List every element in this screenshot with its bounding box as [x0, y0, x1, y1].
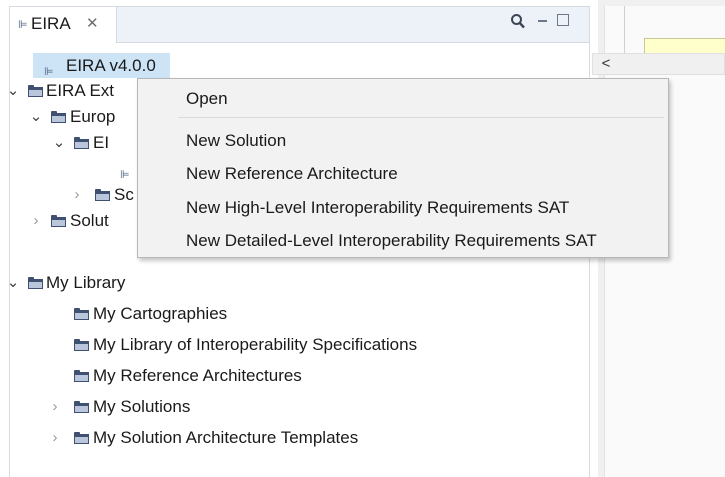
menu-separator [178, 117, 664, 118]
menu-item-new-detailed-level-sat[interactable]: New Detailed-Level Interoperability Requ… [139, 225, 667, 257]
tree-item-label: Sc [114, 185, 134, 204]
folder-icon [28, 277, 43, 289]
folder-icon [74, 432, 89, 444]
folder-icon [74, 137, 89, 149]
folder-icon [95, 189, 110, 201]
folder-icon [28, 85, 43, 97]
menu-item-new-reference-architecture[interactable]: New Reference Architecture [139, 158, 667, 190]
tree-item-label: Europ [70, 107, 116, 126]
tree-item-label: My Library of Interoperability Specifica… [93, 335, 418, 354]
chevron-right-icon[interactable]: › [70, 182, 84, 208]
chevron-down-icon[interactable]: ⌄ [52, 130, 66, 156]
context-menu: Open New Solution New Reference Architec… [137, 78, 669, 258]
folder-icon [74, 339, 89, 351]
chevron-down-icon[interactable]: ⌄ [6, 78, 20, 104]
tree-item-label: EIRA v4.0.0 [66, 56, 156, 75]
tree-item-label: My Solution Architecture Templates [93, 428, 359, 447]
chevron-right-icon[interactable]: › [29, 208, 43, 234]
folder-icon [74, 401, 89, 413]
tree-item-label: My Reference Architectures [93, 366, 302, 385]
tree-item-label: My Library [46, 273, 126, 292]
folder-icon [74, 308, 89, 320]
minimize-icon[interactable] [536, 13, 550, 27]
tree-item-label: Solut [70, 211, 109, 230]
chevron-right-icon[interactable]: › [48, 394, 62, 420]
chevron-down-icon[interactable]: ⌄ [6, 270, 20, 296]
menu-item-new-solution[interactable]: New Solution [139, 125, 667, 157]
menu-item-new-high-level-sat[interactable]: New High-Level Interoperability Requirem… [139, 192, 667, 224]
close-icon[interactable]: ✕ [86, 14, 99, 32]
folder-icon [51, 111, 66, 123]
tree-item-label: My Cartographies [93, 304, 228, 323]
menu-item-open[interactable]: Open [139, 83, 667, 115]
folder-icon [51, 215, 66, 227]
tree-item-label: EI [93, 133, 110, 152]
eira-view-icon: ⊫ [18, 19, 28, 31]
maximize-icon[interactable] [557, 14, 569, 26]
scroll-left-arrow-icon[interactable]: < [596, 54, 616, 74]
tree-item-label: EIRA Ext [46, 81, 115, 100]
folder-icon [74, 370, 89, 382]
search-icon[interactable] [510, 13, 526, 31]
tree-item-label: My Solutions [93, 397, 191, 416]
tab-eira-label: EIRA [31, 14, 71, 33]
chevron-right-icon[interactable]: › [48, 425, 62, 451]
chevron-down-icon[interactable]: ⌄ [29, 104, 43, 130]
